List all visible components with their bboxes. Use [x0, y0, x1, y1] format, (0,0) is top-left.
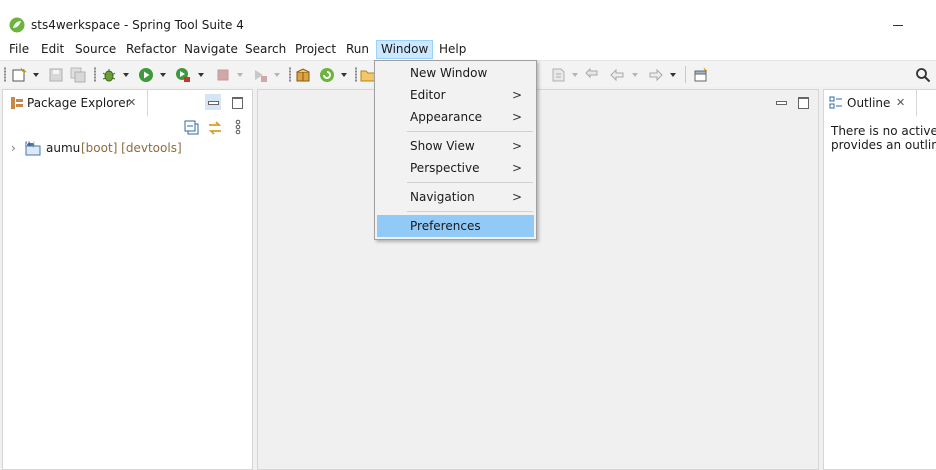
outline-icon — [829, 96, 843, 113]
toolbar-grip[interactable] — [94, 67, 96, 82]
outline-message: There is no active e — [831, 124, 936, 138]
annotation-dropdown-arrow — [572, 73, 578, 77]
editor-area — [257, 89, 819, 470]
menu-source[interactable]: Source — [71, 40, 120, 59]
minimize-icon[interactable] — [773, 94, 789, 110]
tab-outline[interactable]: Outline ✕ — [824, 90, 917, 116]
forward-icon — [648, 67, 664, 83]
toolbar-grip[interactable] — [355, 67, 357, 82]
svg-text:J: J — [32, 141, 35, 148]
outline-view: Outline ✕ There is no active e provides … — [823, 89, 936, 470]
close-icon[interactable]: ✕ — [896, 97, 905, 108]
menu-item-label: Perspective — [410, 161, 480, 175]
tab-label: Package Explorer — [27, 96, 131, 110]
chevron-right-icon: > — [511, 190, 522, 204]
search-icon[interactable] — [915, 67, 931, 83]
menu-item-editor[interactable]: Editor > — [377, 84, 534, 106]
title-bar: sts4werkspace - Spring Tool Suite 4 — [0, 10, 936, 40]
relaunch-dropdown-arrow — [274, 73, 280, 77]
menu-item-label: Show View — [410, 139, 475, 153]
toolbar-separator — [685, 66, 686, 83]
debug-icon[interactable] — [101, 67, 117, 83]
window-menu-dropdown: New Window Editor > Appearance > Show Vi… — [374, 60, 537, 240]
chevron-right-icon: > — [511, 139, 522, 153]
menu-item-label: Editor — [410, 88, 446, 102]
back-dropdown-arrow — [632, 73, 638, 77]
menu-item-label: Navigation — [410, 190, 475, 204]
menu-item-preferences[interactable]: Preferences — [377, 215, 534, 237]
run-dropdown-arrow[interactable] — [160, 73, 166, 77]
link-with-editor-icon[interactable] — [207, 120, 223, 139]
chevron-right-icon: > — [511, 110, 522, 124]
last-edit-location-icon — [585, 67, 601, 83]
window-title: sts4werkspace - Spring Tool Suite 4 — [31, 18, 244, 32]
menu-separator — [407, 131, 533, 132]
new-file-icon[interactable] — [11, 67, 27, 83]
minimize-icon[interactable] — [205, 94, 221, 110]
collapse-all-icon[interactable] — [184, 120, 200, 139]
menu-item-new-window[interactable]: New Window — [377, 62, 534, 84]
chevron-right-icon: > — [511, 161, 522, 175]
toolbar-grip[interactable] — [4, 67, 6, 82]
menu-item-label: New Window — [410, 66, 488, 80]
spring-logo-icon — [9, 17, 25, 36]
menu-bar: File Edit Source Refactor Navigate Searc… — [0, 40, 936, 60]
menu-help[interactable]: Help — [435, 40, 470, 59]
external-tools-dropdown-arrow[interactable] — [198, 73, 204, 77]
back-icon — [609, 67, 625, 83]
menu-separator — [407, 182, 533, 183]
menu-item-label: Appearance — [410, 110, 483, 124]
menu-refactor[interactable]: Refactor — [122, 40, 180, 59]
menu-project[interactable]: Project — [291, 40, 340, 59]
stop-icon — [215, 67, 231, 83]
save-all-icon — [70, 67, 86, 83]
menu-item-navigation[interactable]: Navigation > — [377, 186, 534, 208]
menu-item-appearance[interactable]: Appearance > — [377, 106, 534, 128]
menu-item-show-view[interactable]: Show View > — [377, 135, 534, 157]
package-explorer-icon — [10, 96, 24, 113]
tree-item-project[interactable]: › MJ aumu [boot] [devtools] — [11, 140, 251, 158]
tab-label: Outline — [847, 96, 891, 110]
tab-package-explorer[interactable]: Package Explorer ✕ — [3, 90, 148, 116]
open-perspective-icon[interactable] — [693, 67, 709, 83]
new-spring-project-icon[interactable] — [319, 67, 335, 83]
project-decoration: [boot] [devtools] — [81, 141, 182, 155]
menu-item-label: Preferences — [410, 219, 481, 233]
window-minimize-button[interactable] — [884, 12, 914, 36]
spring-dropdown-arrow[interactable] — [341, 73, 347, 77]
external-tools-icon[interactable] — [175, 67, 191, 83]
menu-navigate[interactable]: Navigate — [180, 40, 242, 59]
stop-dropdown-arrow — [237, 73, 243, 77]
new-dropdown-arrow[interactable] — [33, 73, 39, 77]
relaunch-icon — [252, 67, 268, 83]
run-icon[interactable] — [138, 67, 154, 83]
chevron-right-icon: > — [511, 88, 522, 102]
outline-message: provides an outline. — [831, 138, 936, 152]
boot-project-icon: MJ — [24, 140, 42, 159]
annotation-icon — [550, 67, 566, 83]
save-icon — [48, 67, 64, 83]
menu-separator — [407, 211, 533, 212]
forward-dropdown-arrow[interactable] — [670, 73, 676, 77]
menu-edit[interactable]: Edit — [37, 40, 68, 59]
menu-window[interactable]: Window — [376, 40, 434, 59]
svg-text:M: M — [25, 141, 30, 148]
menu-item-perspective[interactable]: Perspective > — [377, 157, 534, 179]
project-name: aumu — [46, 141, 81, 155]
close-icon[interactable]: ✕ — [127, 97, 136, 108]
toolbar-grip[interactable] — [289, 67, 291, 82]
menu-run[interactable]: Run — [342, 40, 373, 59]
package-icon[interactable] — [295, 67, 311, 83]
chevron-right-icon[interactable]: › — [11, 141, 16, 155]
view-menu-icon[interactable] — [235, 119, 241, 138]
maximize-icon[interactable] — [795, 94, 811, 110]
package-explorer-view: Package Explorer ✕ › MJ aumu [boot] [dev… — [2, 89, 253, 470]
debug-dropdown-arrow[interactable] — [123, 73, 129, 77]
maximize-icon[interactable] — [229, 94, 245, 110]
menu-file[interactable]: File — [5, 40, 33, 59]
menu-search[interactable]: Search — [241, 40, 290, 59]
